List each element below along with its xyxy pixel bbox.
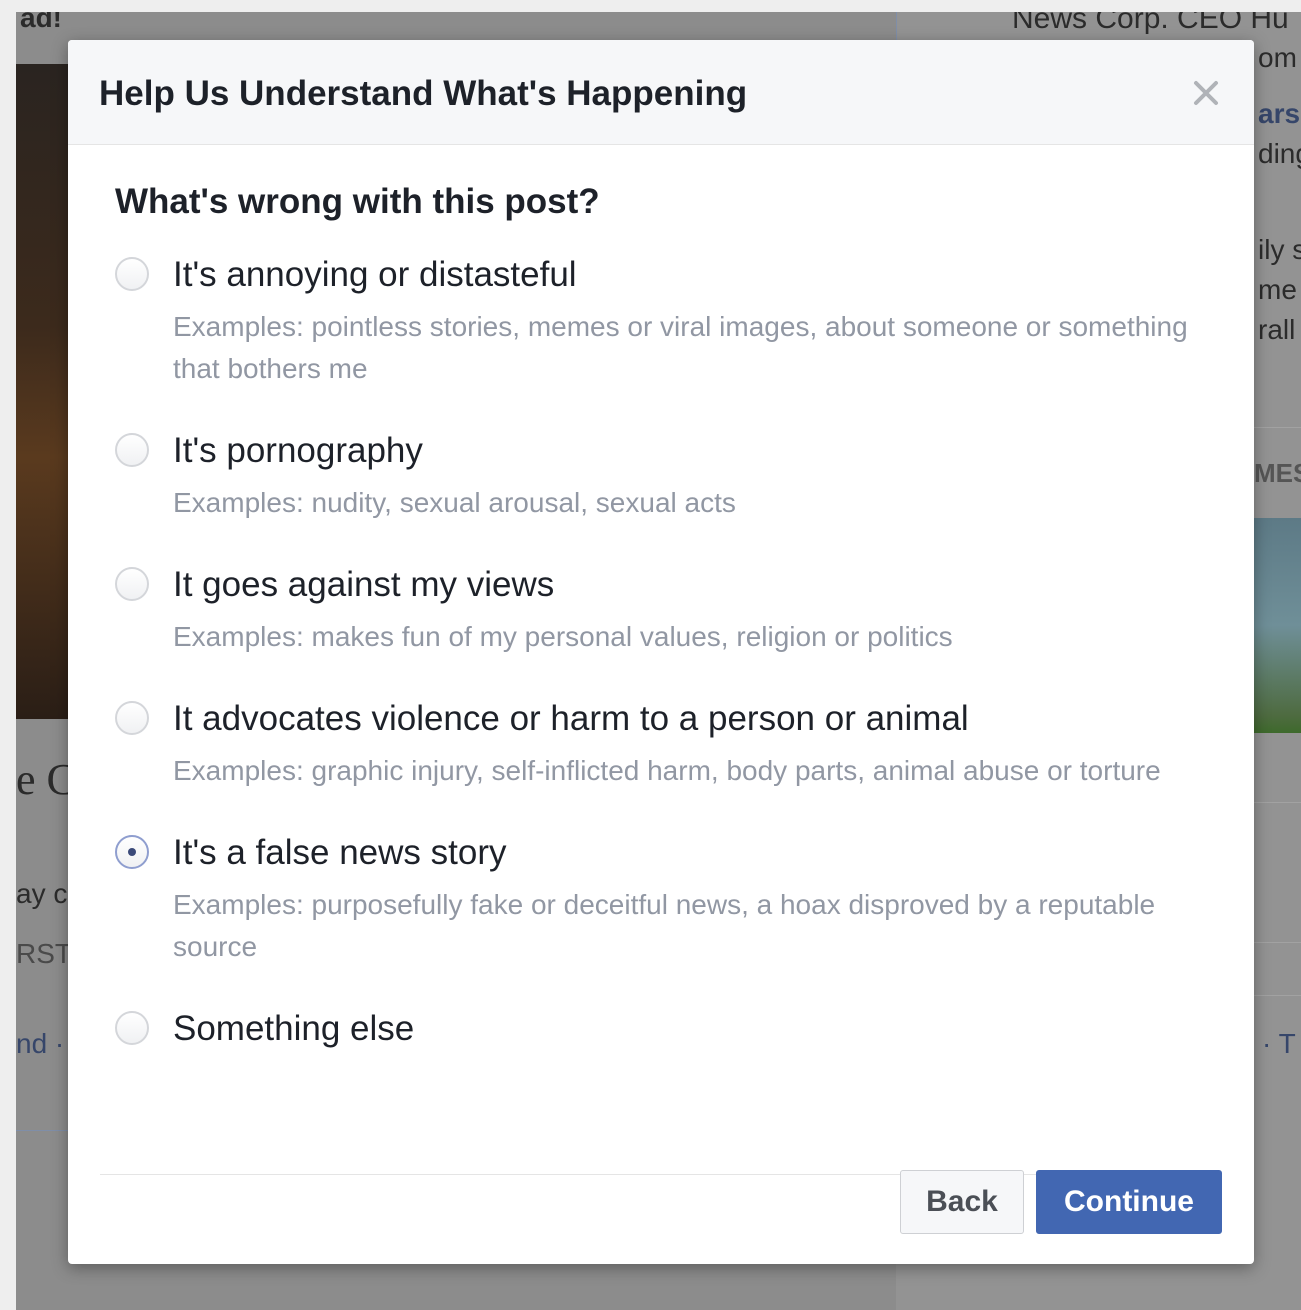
option-label: It goes against my views	[173, 565, 555, 604]
background-text: RST	[16, 938, 72, 969]
background-photo	[16, 64, 76, 719]
background-text: ad!	[20, 12, 62, 33]
background-text: News Corp. CEO Hu	[1012, 12, 1289, 35]
option-description: Examples: graphic injury, self-inflicted…	[173, 755, 1161, 786]
background-text: me	[1258, 274, 1297, 305]
background-headline: e C	[16, 755, 76, 804]
background-divider	[1246, 995, 1301, 996]
question-heading: What's wrong with this post?	[115, 182, 600, 221]
background-divider	[1246, 427, 1301, 428]
report-dialog: Help Us Understand What's Happening What…	[68, 40, 1254, 1264]
background-text: ily s	[1258, 234, 1301, 265]
option-label: It's a false news story	[173, 833, 507, 872]
option-label: It's annoying or distasteful	[173, 255, 577, 294]
option-violence[interactable]: It advocates violence or harm to a perso…	[115, 698, 1215, 832]
option-something-else[interactable]: Something else	[115, 1008, 1215, 1090]
radio-button[interactable]	[115, 1011, 149, 1045]
background-text: MES	[1254, 458, 1301, 488]
dialog-title: Help Us Understand What's Happening	[99, 74, 748, 113]
option-against-views[interactable]: It goes against my views Examples: makes…	[115, 564, 1215, 698]
continue-button[interactable]: Continue	[1036, 1170, 1222, 1234]
background-text: rall	[1258, 314, 1296, 345]
dialog-body: What's wrong with this post? It's annoyi…	[68, 144, 1254, 1264]
radio-button[interactable]	[115, 701, 149, 735]
option-label: It's pornography	[173, 431, 423, 470]
close-button[interactable]	[1186, 73, 1226, 113]
option-list: It's annoying or distasteful Examples: p…	[115, 254, 1215, 1090]
option-description: Examples: makes fun of my personal value…	[173, 621, 953, 652]
option-label: Something else	[173, 1009, 415, 1048]
close-icon	[1194, 81, 1218, 105]
background-text: ding	[1258, 138, 1301, 169]
option-description: Examples: pointless stories, memes or vi…	[173, 311, 1188, 384]
background-divider	[1246, 942, 1301, 943]
background-text: nd ·	[16, 1028, 65, 1059]
option-false-news[interactable]: It's a false news story Examples: purpos…	[115, 832, 1215, 1008]
background-link: ars	[1258, 98, 1301, 129]
option-description: Examples: purposefully fake or deceitful…	[173, 889, 1156, 962]
radio-button[interactable]	[115, 567, 149, 601]
dialog-header: Help Us Understand What's Happening	[68, 40, 1254, 145]
background-divider	[16, 1130, 76, 1131]
background-divider	[1246, 802, 1301, 803]
option-label: It advocates violence or harm to a perso…	[173, 699, 969, 738]
option-description: Examples: nudity, sexual arousal, sexual…	[173, 487, 736, 518]
radio-button-selected[interactable]	[115, 835, 149, 869]
option-annoying[interactable]: It's annoying or distasteful Examples: p…	[115, 254, 1215, 430]
background-thumbnail	[1246, 518, 1301, 733]
option-pornography[interactable]: It's pornography Examples: nudity, sexua…	[115, 430, 1215, 564]
background-text: om	[1258, 42, 1297, 73]
background-text: ay c	[16, 878, 68, 909]
radio-button[interactable]	[115, 257, 149, 291]
radio-button[interactable]	[115, 433, 149, 467]
back-button[interactable]: Back	[900, 1170, 1024, 1234]
background-text: · T	[1262, 1028, 1296, 1059]
